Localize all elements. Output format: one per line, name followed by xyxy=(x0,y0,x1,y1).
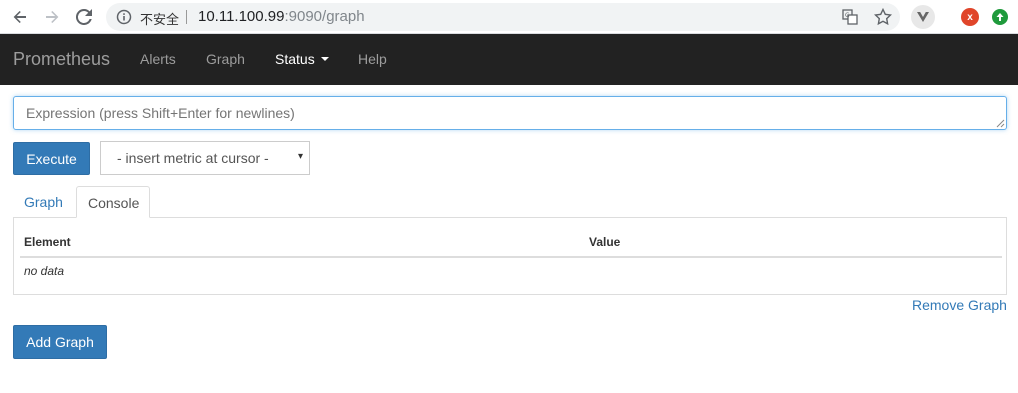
tab-console[interactable]: Console xyxy=(76,186,150,218)
extension-v-button[interactable] xyxy=(911,5,935,29)
extension-x-button[interactable]: x xyxy=(958,5,982,29)
no-data-text: no data xyxy=(24,264,65,278)
extension-update-button[interactable] xyxy=(988,5,1012,29)
extension-x-badge: x xyxy=(961,8,979,26)
back-button[interactable] xyxy=(8,5,32,29)
nav-graph[interactable]: Graph xyxy=(206,51,245,67)
url-host: 10.11.100.99 xyxy=(198,8,285,25)
expression-input[interactable] xyxy=(13,96,1007,130)
nav-status-dropdown[interactable]: Status xyxy=(275,51,329,67)
url-text[interactable]: 10.11.100.99:9090/graph xyxy=(198,8,365,25)
omnibox-divider xyxy=(186,10,187,24)
caret-down-icon xyxy=(320,57,329,62)
nav-status-label: Status xyxy=(275,51,315,67)
forward-button[interactable] xyxy=(40,5,64,29)
arrow-up-icon xyxy=(992,9,1008,25)
address-bar[interactable]: 不安全 10.11.100.99:9090/graph G xyxy=(106,3,900,31)
nav-alerts[interactable]: Alerts xyxy=(140,51,176,67)
vue-icon xyxy=(917,12,929,22)
info-icon[interactable] xyxy=(116,9,132,25)
svg-text:G: G xyxy=(845,12,850,19)
arrow-left-icon xyxy=(13,11,26,23)
reload-button[interactable] xyxy=(72,5,96,29)
add-graph-button[interactable]: Add Graph xyxy=(13,325,107,359)
dropdown-arrow-icon: ▾ xyxy=(297,151,303,162)
tab-graph[interactable]: Graph xyxy=(13,186,74,218)
translate-icon[interactable]: G xyxy=(842,9,858,25)
brand-link[interactable]: Prometheus xyxy=(13,49,110,70)
column-header-element: Element xyxy=(24,235,71,249)
arrow-right-icon xyxy=(46,11,59,23)
metric-select-value: - insert metric at cursor - xyxy=(117,150,269,166)
url-path: :9090/graph xyxy=(284,8,365,25)
table-header-divider xyxy=(20,256,1002,258)
resize-handle-icon[interactable] xyxy=(995,118,1005,128)
top-navbar: Prometheus Alerts Graph Status Help xyxy=(0,34,1018,85)
reload-icon xyxy=(76,9,92,25)
column-header-value: Value xyxy=(589,235,621,249)
star-icon[interactable] xyxy=(874,8,892,26)
console-panel: Element Value no data xyxy=(13,217,1007,295)
remove-graph-link[interactable]: Remove Graph xyxy=(912,297,1007,313)
nav-help[interactable]: Help xyxy=(358,51,387,67)
browser-toolbar: 不安全 10.11.100.99:9090/graph G x xyxy=(0,0,1018,34)
insert-metric-select[interactable]: - insert metric at cursor - ▾ xyxy=(100,141,310,175)
insecure-label: 不安全 xyxy=(140,12,180,27)
execute-button[interactable]: Execute xyxy=(13,142,90,175)
